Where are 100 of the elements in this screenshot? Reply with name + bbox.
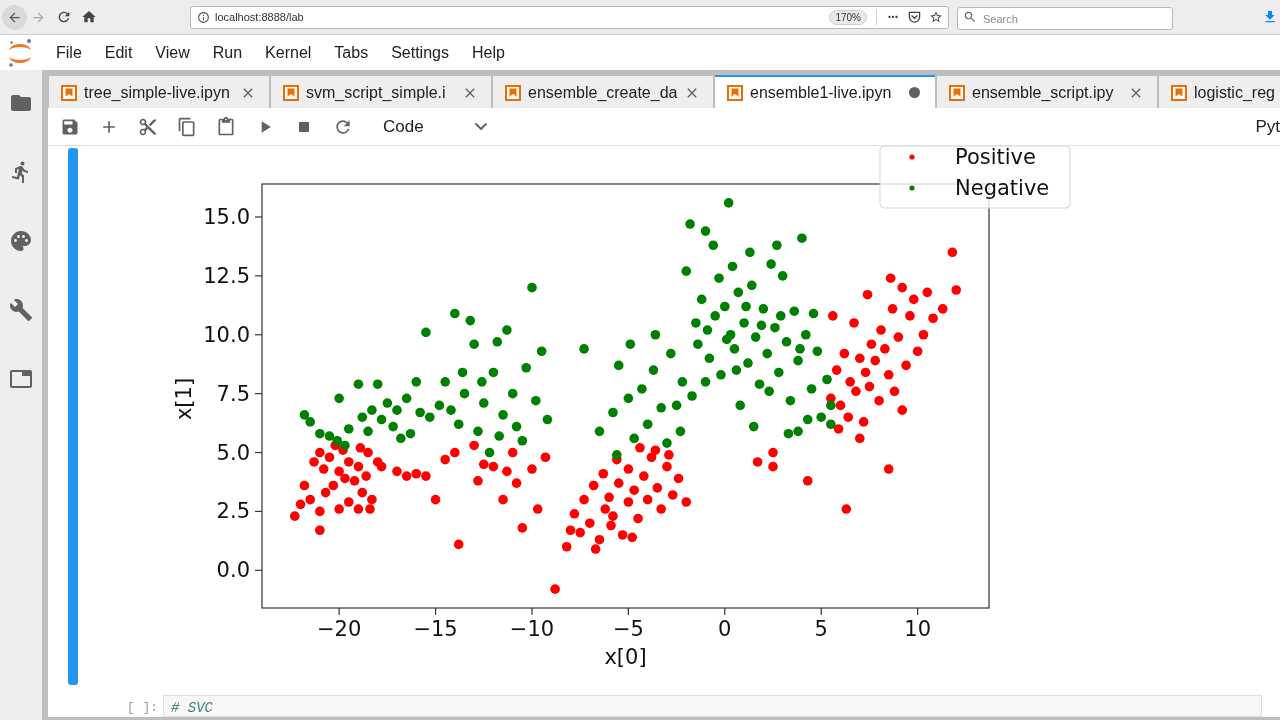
scatter-point [642, 419, 653, 430]
jupyter-logo[interactable] [7, 37, 33, 68]
menu-item[interactable]: Settings [391, 40, 449, 65]
tick-label: −15 [413, 617, 458, 641]
scatter-point [608, 407, 618, 418]
scatter-point [802, 476, 813, 486]
scatter-point [772, 240, 782, 251]
back-button[interactable] [2, 4, 27, 30]
scatter-point [396, 433, 406, 444]
scatter-point [627, 532, 638, 543]
scatter-point [826, 419, 836, 430]
pocket-icon[interactable] [908, 10, 921, 24]
axis-label: x[1] [172, 377, 196, 421]
notebook-file-icon [505, 85, 521, 101]
scatter-point [646, 452, 657, 463]
scatter-point [770, 322, 780, 333]
palette-icon[interactable] [9, 229, 33, 253]
wrench-icon[interactable] [9, 298, 33, 322]
scatter-point [477, 377, 487, 387]
scatter-point [305, 417, 315, 427]
tick-label: 5.0 [216, 440, 250, 465]
scatter-point [382, 398, 393, 408]
scatter-point [922, 287, 933, 298]
search-field[interactable]: Search [957, 7, 1173, 30]
scatter-point [388, 421, 398, 432]
scatter-point [785, 395, 796, 406]
code-editor[interactable]: # SVC [163, 695, 1262, 717]
scatter-point [777, 271, 788, 281]
scatter-point [424, 412, 435, 422]
menu-item[interactable]: Edit [104, 40, 133, 65]
scatter-point [774, 367, 784, 378]
scatter-point [704, 353, 715, 364]
copy-icon[interactable] [177, 116, 197, 137]
notebook-tab[interactable]: ensemble1-live.ipyn [715, 75, 935, 108]
scatter-point [883, 464, 894, 474]
scatter-point [315, 506, 325, 517]
scatter-point [511, 478, 522, 488]
scatter-point [797, 233, 807, 243]
cell-type-dropdown[interactable]: Code [381, 113, 491, 140]
scatter-point [459, 388, 470, 399]
scatter-point [849, 318, 859, 328]
notebook-tab[interactable]: ensemble_create_da [493, 76, 713, 108]
scatter-point [831, 365, 842, 375]
menu-item[interactable]: Help [471, 40, 505, 65]
scatter-point [617, 530, 628, 540]
active-cell-bar[interactable] [68, 148, 78, 685]
scatter-point [340, 473, 350, 484]
notebook-tab[interactable]: ensemble_script.ipy [937, 76, 1157, 108]
scatter-point [334, 466, 344, 477]
scatter-point [453, 419, 464, 430]
info-icon[interactable] [197, 10, 210, 24]
star-icon[interactable] [929, 10, 943, 24]
scatter-point [392, 405, 402, 415]
menu-item[interactable]: File [56, 40, 82, 65]
home-icon[interactable] [81, 9, 97, 25]
zoom-badge[interactable]: 170% [829, 9, 867, 25]
scatter-point [440, 377, 450, 387]
menu-item[interactable]: Kernel [265, 40, 312, 65]
tick-label: 0.0 [216, 558, 250, 583]
notebook-tab[interactable]: svm_script_simple.i [271, 76, 491, 108]
scatter-point [928, 313, 938, 324]
scatter-point [579, 494, 589, 505]
scatter-point [758, 304, 769, 314]
scatter-point [469, 339, 479, 349]
scatter-point [822, 374, 832, 385]
scatter-point [775, 311, 786, 321]
notebook-tab[interactable]: tree_simple-live.ipyn [49, 76, 269, 108]
reload-icon[interactable] [56, 9, 72, 25]
scatter-point [457, 367, 468, 378]
scatter-point [332, 435, 342, 446]
address-bar[interactable]: localhost:8888/lab 170% [190, 5, 949, 29]
legend-label: Negative [955, 176, 1050, 200]
scatter-point [768, 447, 778, 458]
menu-item[interactable]: Run [212, 40, 243, 65]
scatter-point [594, 426, 605, 437]
scatter-point [361, 471, 371, 481]
scatter-point [465, 315, 476, 326]
scatter-point [762, 348, 773, 359]
scatter-point [858, 417, 869, 427]
clipboard-icon[interactable] [216, 116, 236, 137]
scatter-point [613, 478, 624, 488]
scatter-point [756, 320, 767, 331]
tab-window-icon[interactable] [9, 367, 33, 391]
menu-item[interactable]: View [155, 40, 190, 65]
scatter-point [411, 377, 422, 387]
scatter-point [450, 308, 460, 319]
scatter-point [635, 443, 645, 453]
scatter-point [650, 445, 661, 455]
scatter-point [517, 523, 528, 533]
download-icon[interactable] [1262, 9, 1278, 25]
menu-item[interactable]: Tabs [334, 40, 369, 65]
kernel-name[interactable]: Pyt [1255, 113, 1280, 140]
scatter-point [812, 346, 823, 357]
scatter-point [494, 431, 504, 441]
scatter-point [864, 381, 875, 392]
tick-label: 10 [904, 617, 931, 641]
scatter-point [290, 511, 300, 521]
scissors-icon[interactable] [138, 116, 158, 137]
scatter-point [700, 226, 711, 236]
notebook-tab[interactable]: logistic_reg [1159, 76, 1280, 108]
